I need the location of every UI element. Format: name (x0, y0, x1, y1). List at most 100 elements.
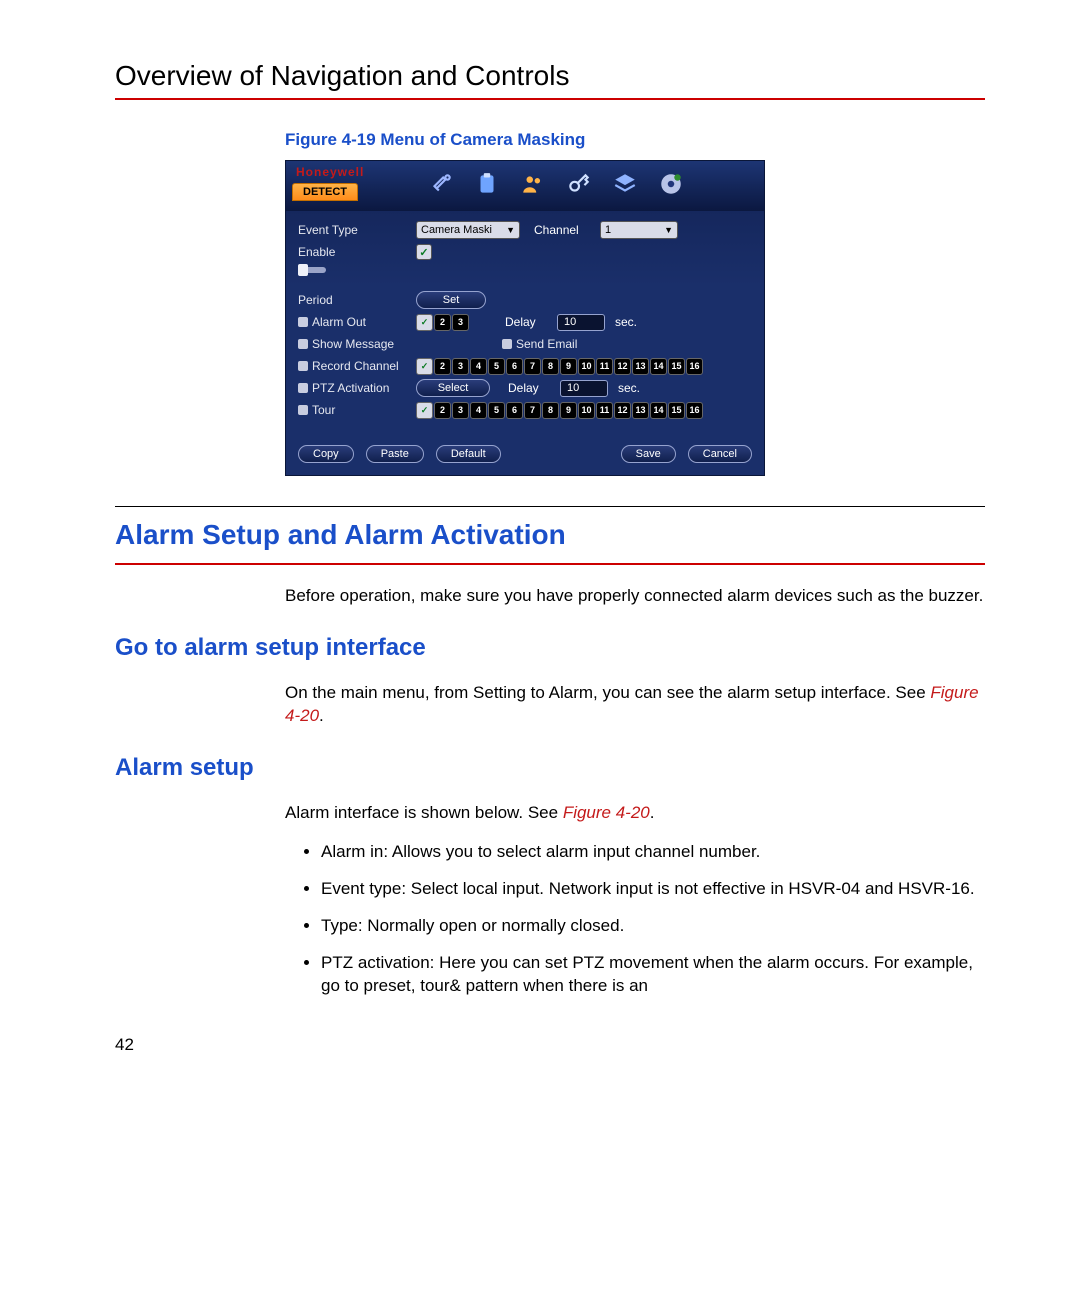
list-item: Type: Normally open or normally closed. (321, 915, 985, 938)
sub2-paragraph: Alarm interface is shown below. See Figu… (285, 802, 985, 825)
dropdown-channel-value: 1 (605, 224, 611, 236)
ptz-select-button[interactable]: Select (416, 379, 490, 397)
list-item: Event type: Select local input. Network … (321, 878, 985, 901)
tour-ch[interactable]: 10 (578, 402, 595, 419)
layers-icon[interactable] (610, 169, 640, 199)
period-set-button[interactable]: Set (416, 291, 486, 309)
input-delay-ptz[interactable]: 10 (560, 380, 608, 397)
input-delay-alarm[interactable]: 10 (557, 314, 605, 331)
rec-ch[interactable]: 2 (434, 358, 451, 375)
label-alarm-out: Alarm Out (298, 315, 410, 329)
dvr-screenshot: Honeywell DETECT Event Type Camera Maski (285, 160, 765, 476)
label-send-email: Send Email (502, 337, 577, 351)
label-period: Period (298, 293, 410, 307)
alarm-out-channels[interactable]: ✓ 2 3 (416, 314, 469, 331)
label-enable: Enable (298, 245, 410, 259)
label-tour: Tour (298, 403, 410, 417)
default-button[interactable]: Default (436, 445, 501, 463)
rec-ch[interactable]: 10 (578, 358, 595, 375)
sub1-text-a: On the main menu, from Setting to Alarm,… (285, 683, 930, 702)
alarm-out-2[interactable]: 2 (434, 314, 451, 331)
figure-caption: Figure 4-19 Menu of Camera Masking (285, 130, 985, 150)
dvr-topbar: Honeywell DETECT (286, 161, 764, 211)
rec-ch[interactable]: 8 (542, 358, 559, 375)
tour-ch[interactable]: 12 (614, 402, 631, 419)
label-channel: Channel (526, 223, 594, 237)
rec-ch[interactable]: 6 (506, 358, 523, 375)
tour-ch[interactable]: 14 (650, 402, 667, 419)
sub1-paragraph: On the main menu, from Setting to Alarm,… (285, 682, 985, 728)
label-record-channel: Record Channel (298, 359, 410, 373)
rec-ch[interactable]: 13 (632, 358, 649, 375)
page-title: Overview of Navigation and Controls (115, 60, 985, 100)
alarm-out-1[interactable]: ✓ (416, 314, 433, 331)
label-event-type: Event Type (298, 223, 410, 237)
people-icon[interactable] (518, 169, 548, 199)
tour-ch[interactable]: 6 (506, 402, 523, 419)
section-heading: Alarm Setup and Alarm Activation (115, 519, 985, 551)
rec-ch[interactable]: 4 (470, 358, 487, 375)
label-delay: Delay (475, 315, 551, 329)
paste-button[interactable]: Paste (366, 445, 424, 463)
cancel-button[interactable]: Cancel (688, 445, 752, 463)
label-sec: sec. (614, 381, 640, 395)
tour-ch[interactable]: 15 (668, 402, 685, 419)
dropdown-channel[interactable]: 1▼ (600, 221, 678, 239)
rec-ch[interactable]: 3 (452, 358, 469, 375)
label-sec: sec. (611, 315, 637, 329)
sub2-text-b: . (650, 803, 655, 822)
sub1-text-b: . (319, 706, 324, 725)
tour-ch[interactable]: 9 (560, 402, 577, 419)
record-channels[interactable]: ✓ 2 3 4 5 6 7 8 9 10 11 12 13 14 (416, 358, 703, 375)
divider (115, 506, 985, 507)
tour-ch[interactable]: 4 (470, 402, 487, 419)
tour-ch[interactable]: 11 (596, 402, 613, 419)
rec-ch[interactable]: 9 (560, 358, 577, 375)
list-item: Alarm in: Allows you to select alarm inp… (321, 841, 985, 864)
sensitivity-slider[interactable] (298, 267, 326, 273)
rec-ch[interactable]: 11 (596, 358, 613, 375)
checkbox-enable[interactable]: ✓ (416, 244, 432, 260)
tour-channels[interactable]: ✓ 2 3 4 5 6 7 8 9 10 11 12 13 14 (416, 402, 703, 419)
list-item: PTZ activation: Here you can set PTZ mov… (321, 952, 985, 998)
tools-icon[interactable] (426, 169, 456, 199)
rec-ch[interactable]: 14 (650, 358, 667, 375)
subsection-heading: Alarm setup (115, 754, 985, 782)
bullet-list: Alarm in: Allows you to select alarm inp… (285, 841, 985, 998)
tour-ch[interactable]: 7 (524, 402, 541, 419)
tour-ch[interactable]: 5 (488, 402, 505, 419)
alarm-out-3[interactable]: 3 (452, 314, 469, 331)
rec-ch[interactable]: 7 (524, 358, 541, 375)
tab-detect[interactable]: DETECT (292, 183, 358, 201)
key-icon[interactable] (564, 169, 594, 199)
tour-ch[interactable]: 3 (452, 402, 469, 419)
divider (115, 563, 985, 565)
dropdown-event-type-value: Camera Maski (421, 224, 492, 236)
page-number: 42 (115, 1035, 985, 1055)
rec-ch-1[interactable]: ✓ (416, 358, 433, 375)
rec-ch[interactable]: 12 (614, 358, 631, 375)
tour-ch[interactable]: 16 (686, 402, 703, 419)
rec-ch[interactable]: 16 (686, 358, 703, 375)
tour-ch[interactable]: 13 (632, 402, 649, 419)
label-ptz-activation: PTZ Activation (298, 381, 410, 395)
chevron-down-icon: ▼ (664, 225, 673, 235)
label-show-message: Show Message (298, 337, 410, 351)
chevron-down-icon: ▼ (506, 225, 515, 235)
disk-icon[interactable] (656, 169, 686, 199)
copy-button[interactable]: Copy (298, 445, 354, 463)
save-button[interactable]: Save (621, 445, 676, 463)
rec-ch[interactable]: 15 (668, 358, 685, 375)
label-delay: Delay (496, 381, 554, 395)
brand-logo: Honeywell (286, 161, 406, 179)
dropdown-event-type[interactable]: Camera Maski ▼ (416, 221, 520, 239)
sub2-text-a: Alarm interface is shown below. See (285, 803, 563, 822)
tour-ch[interactable]: 2 (434, 402, 451, 419)
tour-ch-1[interactable]: ✓ (416, 402, 433, 419)
subsection-heading: Go to alarm setup interface (115, 634, 985, 662)
figure-reference: Figure 4-20 (563, 803, 650, 822)
clipboard-icon[interactable] (472, 169, 502, 199)
intro-paragraph: Before operation, make sure you have pro… (285, 585, 985, 608)
tour-ch[interactable]: 8 (542, 402, 559, 419)
rec-ch[interactable]: 5 (488, 358, 505, 375)
